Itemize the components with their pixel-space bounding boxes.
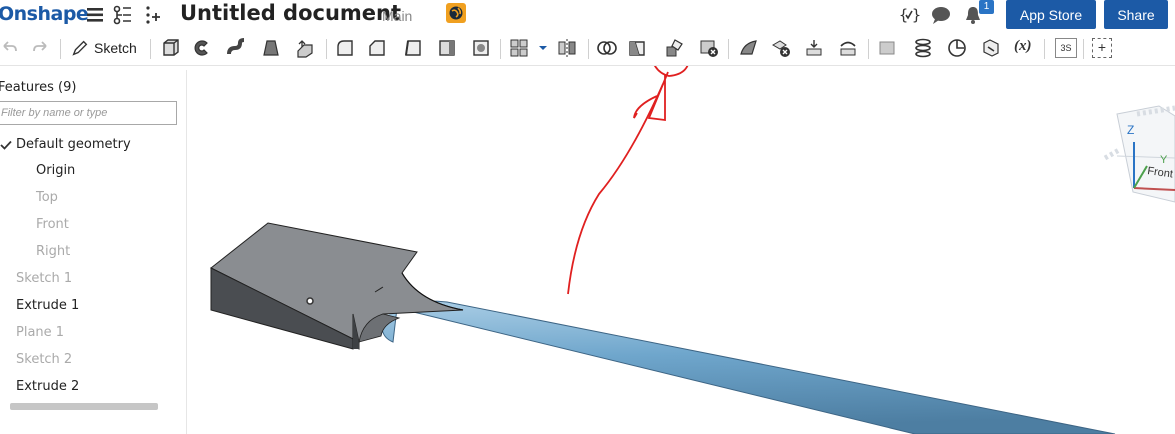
notifications-badge: 1 <box>979 0 994 14</box>
fillet-icon[interactable] <box>334 37 356 59</box>
block-top-face[interactable] <box>210 222 464 343</box>
chamfer-icon[interactable] <box>366 37 388 59</box>
move-face-icon[interactable] <box>804 37 826 59</box>
undo-icon[interactable] <box>0 37 20 59</box>
insert-icon[interactable] <box>142 4 164 26</box>
sketch-label: Sketch <box>94 40 137 56</box>
check-icon <box>0 140 12 150</box>
feature-item-top[interactable]: Top <box>36 190 58 205</box>
app-store-button[interactable]: App Store <box>1006 0 1096 29</box>
view-cube[interactable]: Z Y Front <box>1103 105 1175 203</box>
filter-input[interactable]: Filter by name or type <box>0 101 177 125</box>
delete-face-icon[interactable] <box>770 37 792 59</box>
axis-y-label: Y <box>1160 154 1168 166</box>
3s-button[interactable]: 3S <box>1055 38 1077 58</box>
red-annotation <box>567 66 689 295</box>
axis-z-label: Z <box>1127 123 1134 137</box>
redo-icon[interactable] <box>30 37 52 59</box>
modify-fillet-icon[interactable] <box>738 37 760 59</box>
replace-face-icon[interactable] <box>838 37 860 59</box>
branch-label[interactable]: Main <box>382 8 412 24</box>
pencil-icon <box>72 40 88 56</box>
boolean-icon[interactable] <box>596 37 618 59</box>
globe-icon[interactable] <box>446 3 466 23</box>
pattern-dropdown-icon[interactable] <box>532 37 547 59</box>
feature-item-extrude-1[interactable]: Extrude 1 <box>16 298 79 313</box>
helix-icon[interactable] <box>912 37 934 59</box>
model-canvas[interactable]: Z Y Front <box>187 66 1175 434</box>
revolve-icon[interactable] <box>191 37 213 59</box>
assign-material-icon[interactable] <box>980 37 1002 59</box>
feature-list-panel: Features (9) Filter by name or type Defa… <box>0 70 187 434</box>
features-title: Features (9) <box>0 80 77 95</box>
feature-item-origin[interactable]: Origin <box>36 163 75 178</box>
share-button[interactable]: Share <box>1104 0 1168 29</box>
add-custom-feature-button[interactable]: + <box>1092 38 1112 58</box>
origin-point[interactable] <box>306 297 314 305</box>
sketch-button[interactable]: Sketch <box>70 37 137 59</box>
loft-icon[interactable] <box>260 37 282 59</box>
feature-item-front[interactable]: Front <box>36 217 69 232</box>
panel-horizontal-scrollbar[interactable] <box>10 403 158 410</box>
measure-icon[interactable] <box>946 37 968 59</box>
thicken-icon[interactable] <box>294 37 316 59</box>
sweep-icon[interactable] <box>226 37 248 59</box>
split-icon[interactable] <box>626 37 648 59</box>
extrude-icon[interactable] <box>160 37 182 59</box>
menu-icon[interactable] <box>85 4 107 26</box>
pattern-icon[interactable] <box>508 37 530 59</box>
document-title[interactable]: Untitled document <box>180 1 401 25</box>
plane-icon[interactable] <box>876 37 898 59</box>
versions-icon[interactable] <box>112 4 134 26</box>
code-check-icon[interactable]: {} <box>898 4 921 26</box>
feature-item-extrude-2[interactable]: Extrude 2 <box>16 379 79 394</box>
draft-icon[interactable] <box>402 37 424 59</box>
delete-part-icon[interactable] <box>698 37 720 59</box>
top-bar: Onshape Untitled document Main {} 1 App … <box>0 0 1175 30</box>
cylinder-part[interactable] <box>381 300 1116 434</box>
svg-text:}: } <box>912 6 920 24</box>
onshape-logo[interactable]: Onshape <box>0 3 89 25</box>
feature-item-sketch-1[interactable]: Sketch 1 <box>16 271 72 286</box>
feature-item-plane-1[interactable]: Plane 1 <box>16 325 64 340</box>
feature-toolbar: Sketch (x) 3S + <box>0 33 1175 66</box>
transform-icon[interactable] <box>664 37 686 59</box>
graphics-viewport[interactable]: Z Y Front <box>187 66 1175 434</box>
variable-button[interactable]: (x) <box>1014 38 1032 55</box>
rib-icon[interactable] <box>436 37 458 59</box>
feature-item-right[interactable]: Right <box>36 244 70 259</box>
default-geometry-item[interactable]: Default geometry <box>16 137 131 152</box>
comments-icon[interactable] <box>930 4 952 26</box>
mirror-icon[interactable] <box>556 37 578 59</box>
feature-item-sketch-2[interactable]: Sketch 2 <box>16 352 72 367</box>
shell-icon[interactable] <box>470 37 492 59</box>
